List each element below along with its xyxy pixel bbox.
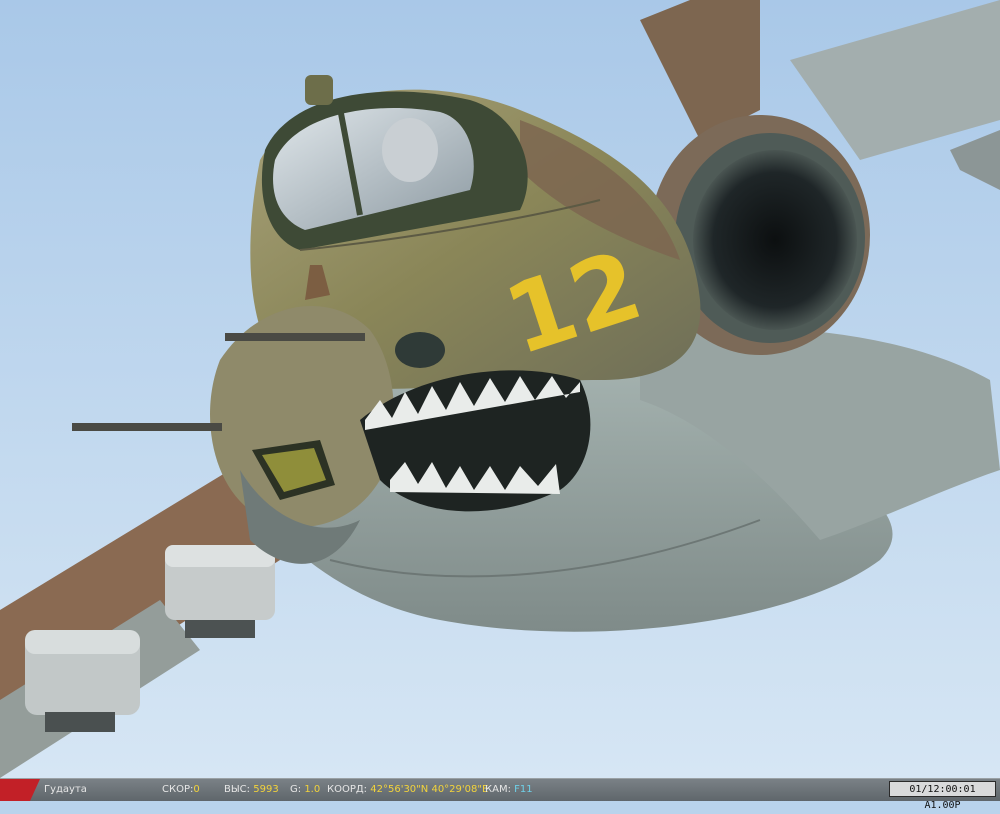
- mission-time-display: 01/12:00:01 A1.00P: [889, 781, 996, 811]
- game-viewport[interactable]: 12: [0, 0, 1000, 778]
- camera-readout: КАМ: F11: [485, 779, 533, 801]
- speed-label: СКОР:: [162, 784, 194, 795]
- pilot-helmet: [382, 118, 438, 182]
- status-bar-red-tab: [0, 779, 40, 801]
- speed-readout: СКОР:0: [162, 779, 200, 801]
- coord-readout: КООРД: 42°56'30"N 40°29'08"E: [327, 779, 488, 801]
- pitot-probe-main: [225, 333, 365, 341]
- coord-lon: 40°29'08"E: [431, 784, 489, 795]
- altitude-label: ВЫС:: [224, 784, 251, 795]
- g-value: 1.0: [304, 784, 321, 795]
- coord-lat: 42°56'30"N: [370, 784, 429, 795]
- altitude-value: 5993: [253, 784, 279, 795]
- g-readout: G: 1.0: [290, 779, 320, 801]
- canopy-antenna: [305, 75, 333, 105]
- aircraft-scene: 12: [0, 0, 1000, 778]
- altitude-readout: ВЫС: 5993: [224, 779, 279, 801]
- speed-value: 0: [193, 784, 200, 795]
- camera-value: F11: [514, 784, 533, 795]
- g-label: G:: [290, 784, 302, 795]
- camera-label: КАМ:: [485, 784, 511, 795]
- shark-eye: [395, 332, 445, 368]
- coord-label: КООРД:: [327, 784, 368, 795]
- status-bar: Гудаута СКОР:0 ВЫС: 5993 G: 1.0 КООРД: 4…: [0, 778, 1000, 811]
- pitot-probe-left: [72, 423, 222, 431]
- location-name: Гудаута: [44, 784, 87, 795]
